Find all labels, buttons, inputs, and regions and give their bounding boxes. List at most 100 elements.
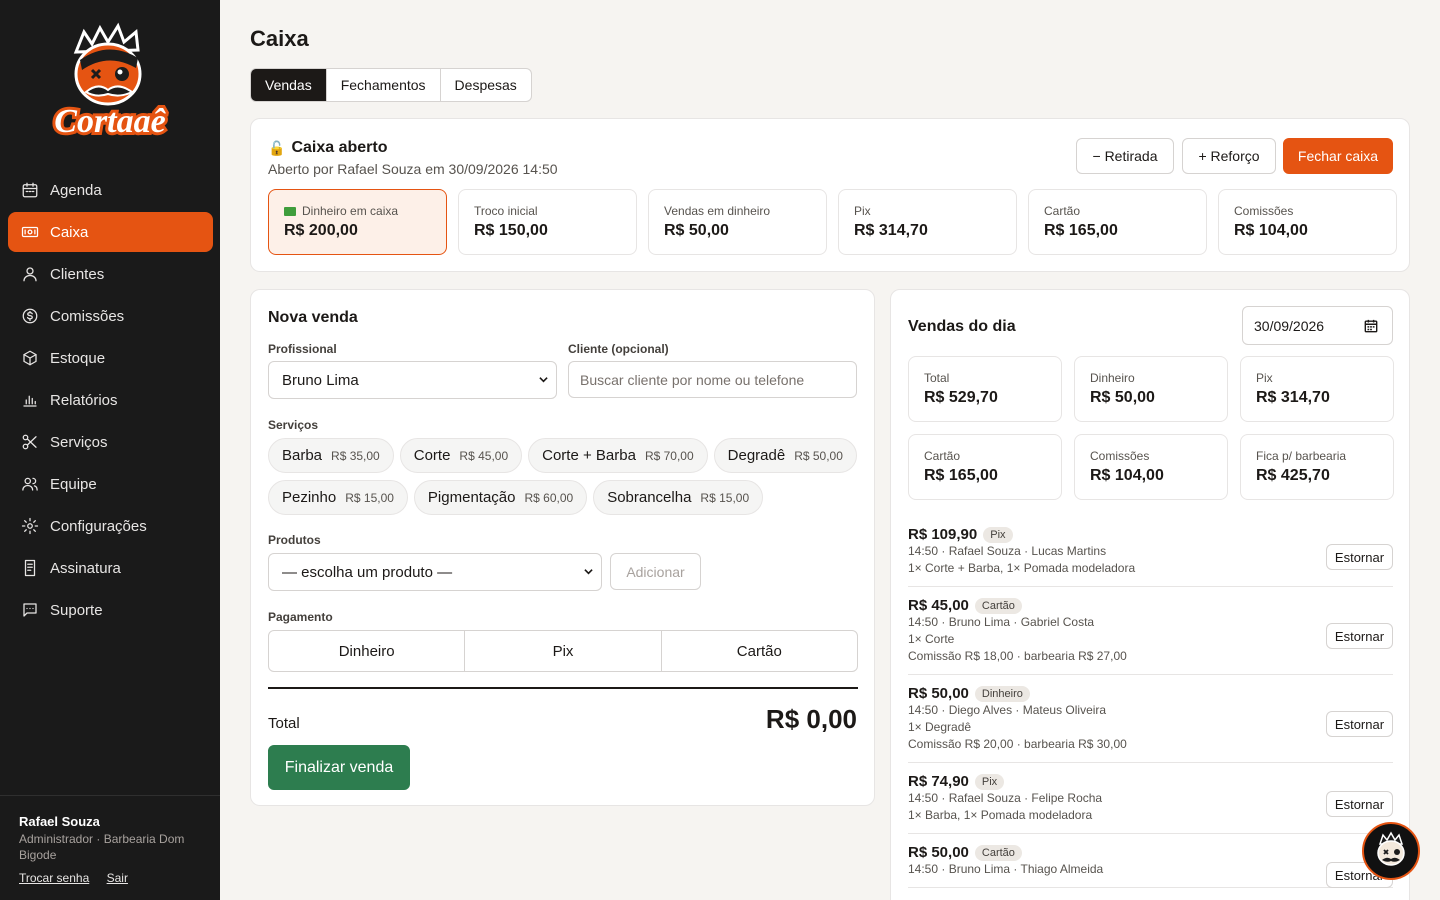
service-name: Pigmentação: [427, 489, 516, 506]
sidebar-item-servicos[interactable]: Serviços: [8, 422, 213, 462]
withdrawal-button[interactable]: − Retirada: [1076, 138, 1174, 174]
products-label: Produtos: [268, 533, 321, 547]
logout-link[interactable]: Sair: [107, 871, 128, 885]
support-chat-button[interactable]: [1362, 822, 1420, 880]
payment-option-dinheiro[interactable]: Dinheiro: [269, 631, 466, 671]
product-select-value: — escolha um produto —: [282, 563, 453, 581]
daily-sales-title: Vendas do dia: [908, 318, 1016, 335]
stat-label: Fica p/ barbearia: [1256, 449, 1347, 463]
sidebar-item-comissoes[interactable]: Comissões: [8, 296, 213, 336]
services-label: Serviços: [268, 418, 319, 432]
stat-card: Cartão R$ 165,00: [1028, 189, 1207, 255]
sale-item: R$ 74,90 Pix 14:50 · Rafael Souza · Felip…: [908, 773, 1393, 834]
brand-logo[interactable]: Cortaaê: [40, 22, 180, 152]
stat-label: Pix: [854, 204, 871, 218]
service-chip[interactable]: Sobrancelha R$ 15,00: [593, 480, 764, 515]
stat-card: Comissões R$ 104,00: [1074, 434, 1228, 500]
sale-detail: 14:50 · Diego Alves · Mateus Oliveira: [908, 703, 1107, 717]
user-role: Administrador · Barbearia Dom Bigode: [19, 832, 185, 862]
cash-status-subtitle: Aberto por Rafael Souza em 30/09/2026 14…: [268, 161, 558, 177]
total-divider: [268, 687, 858, 689]
cash-icon: [284, 206, 296, 216]
new-sale-card: Nova venda Profissional Bruno Lima Clien…: [250, 289, 875, 806]
service-price: R$ 15,00: [345, 490, 394, 505]
sidebar-item-estoque[interactable]: Estoque: [8, 338, 213, 378]
refund-button[interactable]: Estornar: [1326, 711, 1393, 737]
services-list: Barba R$ 35,00 Corte R$ 45,00 Corte + Barb…: [268, 438, 868, 515]
total-label: Total: [268, 715, 300, 732]
daily-sales-card: Vendas do dia 30/09/2026 Total R$ 529,70 …: [890, 289, 1410, 900]
stat-value: R$ 150,00: [474, 222, 548, 239]
chevron-down-icon: [584, 569, 593, 575]
payment-option-cartao[interactable]: Cartão: [662, 631, 857, 671]
sidebar-item-label: Assinatura: [50, 559, 121, 577]
refund-button[interactable]: Estornar: [1326, 623, 1393, 649]
scissors-icon: [20, 432, 40, 452]
service-price: R$ 50,00: [794, 448, 843, 463]
cash-register-icon: [20, 222, 40, 242]
stat-label: Vendas em dinheiro: [664, 204, 771, 218]
service-chip[interactable]: Pigmentação R$ 60,00: [413, 480, 588, 515]
sidebar-item-configuracoes[interactable]: Configurações: [8, 506, 213, 546]
gear-icon: [20, 516, 40, 536]
tab-fechamentos[interactable]: Fechamentos: [327, 69, 441, 101]
professional-value: Bruno Lima: [282, 371, 359, 389]
payment-badge: Dinheiro: [974, 685, 1030, 702]
service-chip[interactable]: Corte R$ 45,00: [399, 438, 523, 473]
sale-item: R$ 45,00 Cartão 14:50 · Bruno Lima · Gabr…: [908, 597, 1393, 675]
refund-button[interactable]: Estornar: [1326, 544, 1393, 570]
tab-vendas[interactable]: Vendas: [251, 69, 327, 101]
sidebar-item-suporte[interactable]: Suporte: [8, 590, 213, 630]
professional-select[interactable]: Bruno Lima: [268, 361, 557, 399]
service-name: Corte + Barba: [542, 447, 636, 464]
service-chip[interactable]: Degradê R$ 50,00: [713, 438, 857, 473]
change-password-link[interactable]: Trocar senha: [19, 871, 89, 885]
refund-button[interactable]: Estornar: [1326, 791, 1393, 817]
service-name: Degradê: [727, 447, 786, 464]
product-select[interactable]: — escolha um produto —: [268, 553, 602, 591]
close-cash-button[interactable]: Fechar caixa: [1283, 138, 1393, 174]
client-search-input[interactable]: Buscar cliente por nome ou telefone: [568, 361, 857, 398]
payment-method-group: Dinheiro Pix Cartão: [268, 630, 858, 672]
daily-stats: Total R$ 529,70 Dinheiro R$ 50,00 Pix R$ 31…: [908, 356, 1394, 500]
stat-card: Pix R$ 314,70: [1240, 356, 1394, 422]
sidebar-item-label: Serviços: [50, 433, 108, 451]
sale-amount: R$ 50,00: [908, 844, 969, 861]
calendar-icon: [1364, 319, 1378, 333]
stat-value: R$ 50,00: [1090, 389, 1155, 406]
reinforcement-button[interactable]: + Reforço: [1182, 138, 1276, 174]
user-links: Trocar senha Sair: [19, 871, 201, 885]
service-chip[interactable]: Pezinho R$ 15,00: [268, 480, 408, 515]
stat-value: R$ 50,00: [664, 222, 729, 239]
sale-detail: 14:50 · Bruno Lima · Thiago Almeida: [908, 862, 1104, 876]
sales-list: R$ 109,90 Pix 14:50 · Rafael Souza · Luca…: [908, 526, 1393, 898]
service-chip[interactable]: Barba R$ 35,00: [268, 438, 394, 473]
client-search-placeholder: Buscar cliente por nome ou telefone: [580, 371, 805, 388]
sale-detail: Comissão R$ 18,00 · barbearia R$ 27,00: [908, 649, 1127, 663]
box-icon: [20, 348, 40, 368]
sidebar-item-equipe[interactable]: Equipe: [8, 464, 213, 504]
sidebar-item-assinatura[interactable]: Assinatura: [8, 548, 213, 588]
stat-label: Cartão: [924, 449, 961, 463]
service-price: R$ 35,00: [331, 448, 380, 463]
date-picker[interactable]: 30/09/2026: [1242, 306, 1393, 345]
sidebar: Cortaaê Agenda Caixa Clientes Comissões …: [0, 0, 220, 900]
sidebar-item-label: Comissões: [50, 307, 125, 325]
sidebar-item-label: Configurações: [50, 517, 147, 535]
add-product-button[interactable]: Adicionar: [610, 553, 701, 590]
stat-card: Dinheiro em caixa R$ 200,00: [268, 189, 447, 255]
sale-item: R$ 109,90 Pix 14:50 · Rafael Souza · Luca…: [908, 526, 1393, 587]
stat-label: Troco inicial: [474, 204, 538, 218]
tab-bar: Vendas Fechamentos Despesas: [250, 68, 532, 102]
sidebar-item-clientes[interactable]: Clientes: [8, 254, 213, 294]
stat-label: Pix: [1256, 371, 1273, 385]
stat-value: R$ 104,00: [1234, 222, 1308, 239]
sidebar-item-agenda[interactable]: Agenda: [8, 170, 213, 210]
finish-sale-button[interactable]: Finalizar venda: [268, 745, 410, 790]
service-chip[interactable]: Corte + Barba R$ 70,00: [528, 438, 708, 473]
tab-despesas[interactable]: Despesas: [441, 69, 531, 101]
payment-option-pix[interactable]: Pix: [465, 631, 662, 671]
sidebar-item-caixa[interactable]: Caixa: [8, 212, 213, 252]
payment-badge: Cartão: [974, 844, 1022, 861]
sidebar-item-relatorios[interactable]: Relatórios: [8, 380, 213, 420]
